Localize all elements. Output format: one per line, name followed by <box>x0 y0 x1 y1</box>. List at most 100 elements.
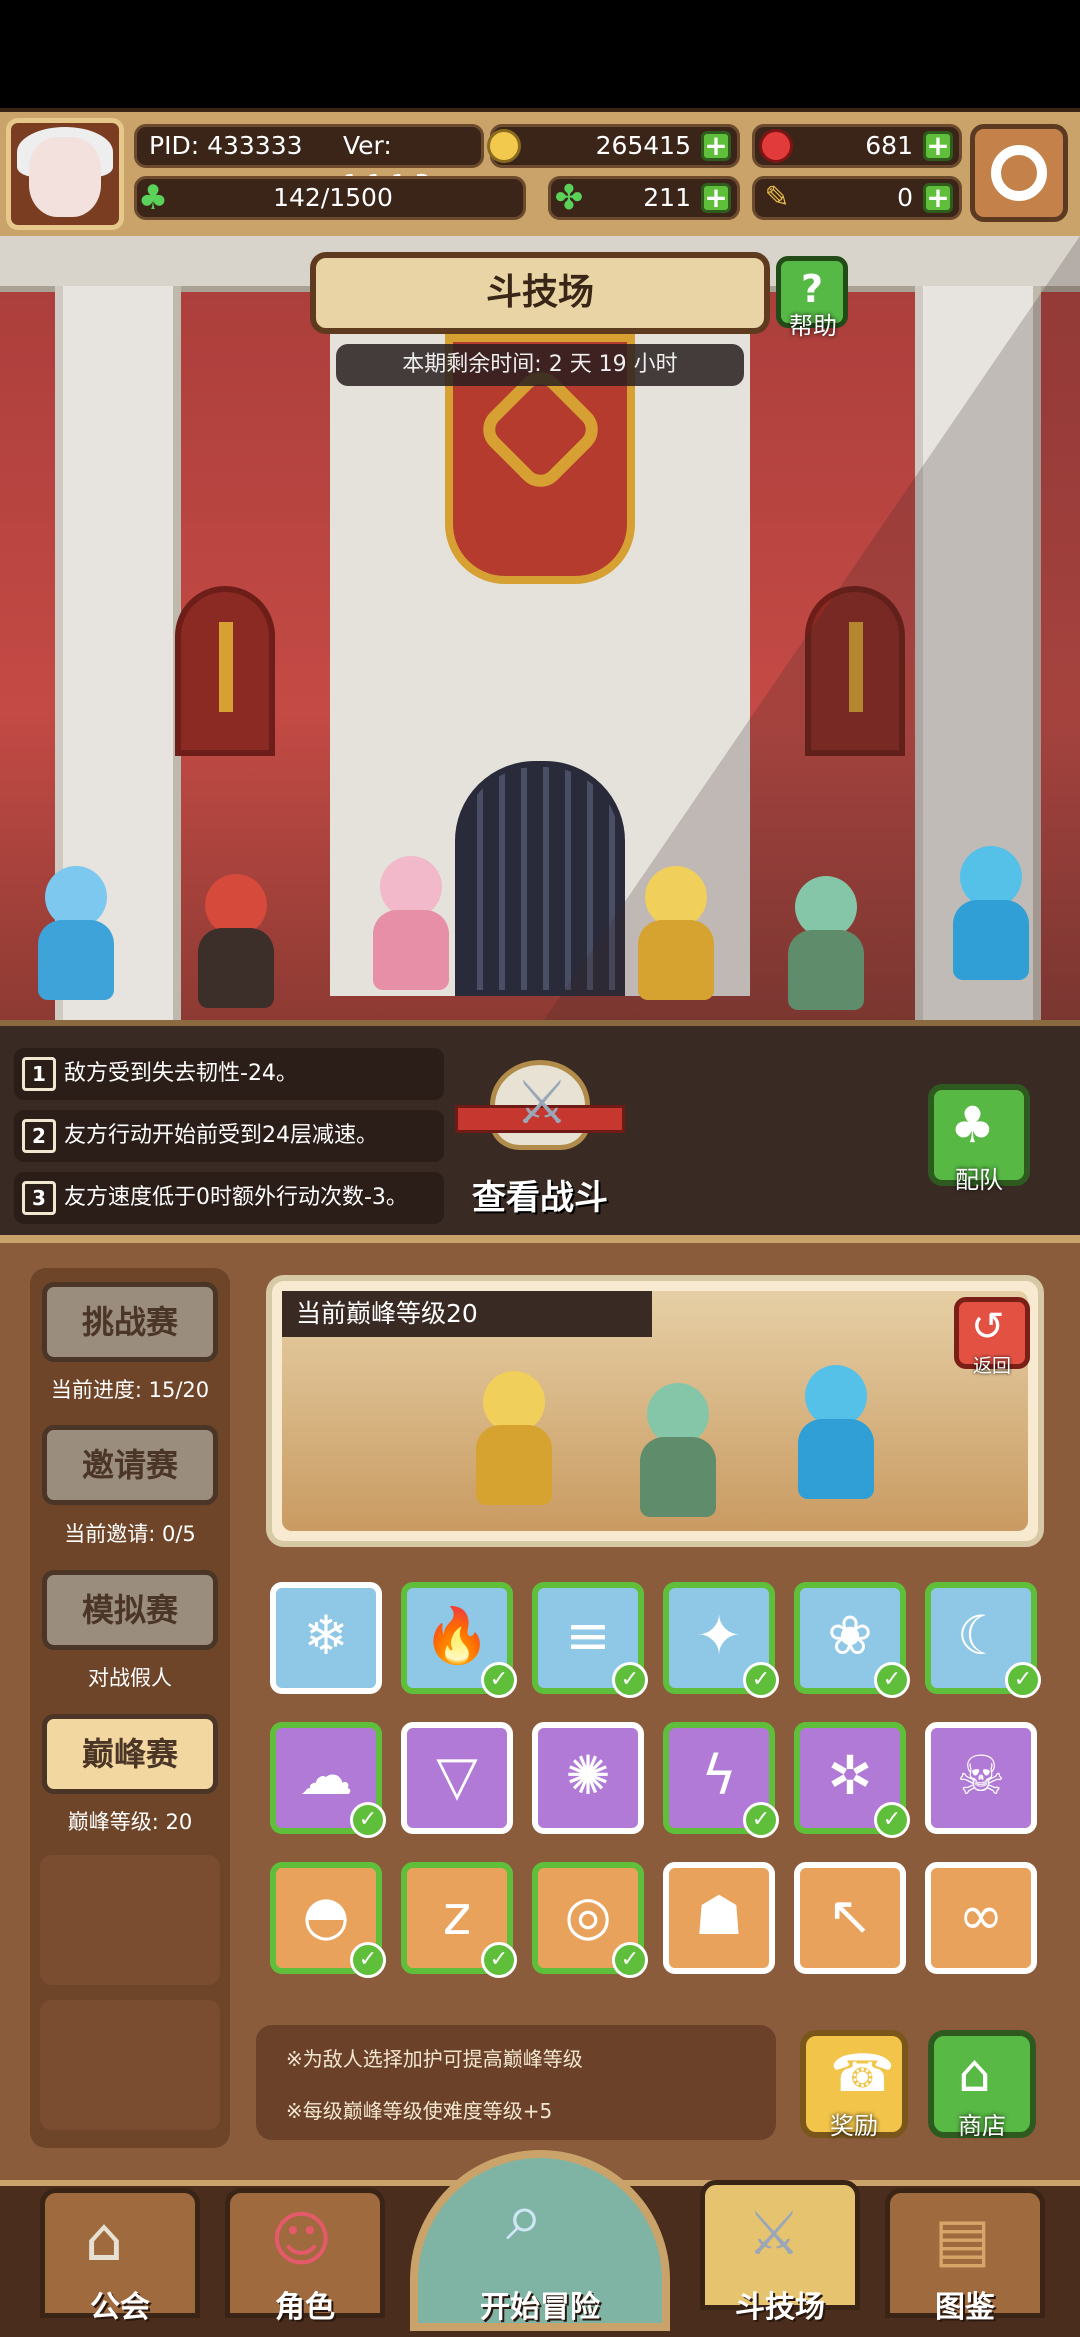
character-body <box>638 920 714 1000</box>
character-body <box>38 920 114 1000</box>
enemy-sea-priestess <box>780 1355 890 1505</box>
amulet-icon: ▽ <box>436 1744 478 1807</box>
blessing-slot[interactable]: ✲ ✓ <box>794 1722 910 1838</box>
blessing-slot[interactable]: ∞ <box>925 1862 1037 1974</box>
character-body <box>640 1437 716 1517</box>
simulation-desc: 对战假人 <box>88 1666 172 1690</box>
checkmark-icon: ✓ <box>612 1942 648 1978</box>
checkmark-icon: ✓ <box>612 1662 648 1698</box>
add-bone-button[interactable]: + <box>923 183 953 213</box>
nav-adventure-label: 开始冒险 <box>480 2290 600 2325</box>
blessing-slot[interactable]: ◎ ✓ <box>532 1862 648 1978</box>
checkmark-icon: ✓ <box>874 1802 910 1838</box>
add-gem-button[interactable]: + <box>923 131 953 161</box>
character-head <box>205 874 267 936</box>
magnifier-icon: ⌕ <box>506 2178 543 2255</box>
peak-mode-button[interactable]: 巅峰赛 <box>42 1714 218 1794</box>
pid-version-box: PID: 433333 Ver: 1.1.1.3 <box>134 124 484 198</box>
blessing-slot[interactable]: ▽ <box>401 1722 513 1834</box>
blessing-slot[interactable]: ❄ <box>270 1582 382 1694</box>
add-gold-button[interactable]: + <box>701 131 731 161</box>
infinity-icon: ∞ <box>958 1884 1004 1947</box>
team-setup-label: 配队 <box>955 1166 1003 1194</box>
enemy-golden-knight <box>458 1361 568 1511</box>
blessing-slot[interactable]: ≡ ✓ <box>532 1582 648 1698</box>
checkmark-icon: ✓ <box>874 1662 910 1698</box>
effect-number: 1 <box>22 1057 56 1091</box>
question-icon: ? <box>800 267 824 311</box>
nav-characters-label: 角色 <box>275 2290 335 2325</box>
peak-level: 巅峰等级: 20 <box>67 1810 193 1834</box>
gold-amount: 265415 <box>595 131 691 160</box>
add-clover-button[interactable]: + <box>701 183 731 213</box>
character-mouse-mage[interactable] <box>770 866 880 1016</box>
player-avatar[interactable] <box>6 118 124 230</box>
character-head <box>647 1383 709 1445</box>
blessing-slot[interactable]: ☁ ✓ <box>270 1722 386 1838</box>
sword-decoration <box>219 622 233 712</box>
character-head <box>45 866 107 928</box>
tips-box: ※为敌人选择加护可提高巅峰等级 ※每级巅峰等级使难度等级+5 <box>256 2025 776 2140</box>
peak-level-card: 当前巅峰等级20 ↺ 返回 <box>266 1275 1044 1547</box>
character-head <box>380 856 442 918</box>
arena-title: 斗技场 <box>310 252 770 334</box>
guild-house-icon: ⌂ <box>85 2205 124 2275</box>
challenge-mode-button[interactable]: 挑战赛 <box>42 1282 218 1362</box>
blessing-slot[interactable]: ϟ ✓ <box>663 1722 779 1838</box>
clover-amount: 211 <box>643 183 691 212</box>
effect-text: 友方行动开始前受到24层减速。 <box>64 1123 378 1148</box>
blessing-slot[interactable]: ☾ ✓ <box>925 1582 1041 1698</box>
character-head <box>795 876 857 938</box>
character-bear-girl[interactable] <box>355 846 465 996</box>
back-label: 返回 <box>972 1355 1011 1377</box>
watch-battle-button[interactable]: ⚔ <box>455 1050 625 1175</box>
character-sea-priestess[interactable] <box>935 836 1045 986</box>
challenge-progress: 当前进度: 15/20 <box>50 1378 210 1402</box>
nav-guild-label: 公会 <box>90 2290 150 2325</box>
gem-amount: 681 <box>865 131 913 160</box>
ghost-icon: ☗ <box>694 1884 744 1947</box>
gold-box: 265415 + <box>487 124 740 168</box>
simulation-mode-button[interactable]: 模拟赛 <box>42 1570 218 1650</box>
character-body <box>198 928 274 1008</box>
character-face-icon: ☺ <box>270 2205 333 2275</box>
help-label: 帮助 <box>789 312 837 340</box>
blessing-slot[interactable]: 🔥 ✓ <box>401 1582 517 1698</box>
checkmark-icon: ✓ <box>350 1942 386 1978</box>
gold-coin-icon <box>487 129 521 163</box>
gem-box: 681 + <box>752 124 962 168</box>
blessing-slot[interactable]: ◓ ✓ <box>270 1862 386 1978</box>
character-body <box>953 900 1029 980</box>
red-gem-icon <box>759 129 793 163</box>
book-icon: ▤ <box>934 2205 991 2275</box>
character-body <box>476 1425 552 1505</box>
character-golden-knight[interactable] <box>620 856 730 1006</box>
invitation-count: 当前邀请: 0/5 <box>64 1522 196 1546</box>
effect-row-2: 2 友方行动开始前受到24层减速。 <box>14 1110 444 1162</box>
blessing-slot[interactable]: ✦ ✓ <box>663 1582 779 1698</box>
bone-box: ✎ 0 + <box>752 176 962 220</box>
character-ice-queen[interactable] <box>20 856 130 1006</box>
effect-number: 2 <box>22 1119 56 1153</box>
sun-icon: ✺ <box>565 1744 611 1807</box>
settings-button[interactable] <box>970 124 1068 222</box>
blessing-slot[interactable]: ❀ ✓ <box>794 1582 910 1698</box>
invitation-mode-button[interactable]: 邀请赛 <box>42 1425 218 1505</box>
blessing-slot[interactable]: ↖ <box>794 1862 906 1974</box>
character-head <box>483 1371 545 1433</box>
blessing-slot[interactable]: ✺ <box>532 1722 644 1834</box>
character-red-knight[interactable] <box>180 864 290 1014</box>
gear-icon <box>991 145 1047 201</box>
blessing-slot[interactable]: z ✓ <box>401 1862 517 1978</box>
character-head <box>960 846 1022 908</box>
blessing-slot[interactable]: ☗ <box>663 1862 775 1974</box>
left-sword-niche <box>175 586 275 756</box>
return-icon: ↺ <box>971 1304 1005 1350</box>
blessing-slot[interactable]: ☠ <box>925 1722 1037 1834</box>
peak-title: 当前巅峰等级20 <box>282 1291 652 1337</box>
effect-text: 友方速度低于0时额外行动次数-3。 <box>64 1185 408 1210</box>
watch-battle-label[interactable]: 查看战斗 <box>440 1170 640 1219</box>
empty-mode-slot <box>40 2000 220 2130</box>
clover-box: ✤ 211 + <box>548 176 740 220</box>
clover-icon: ✤ <box>554 178 584 218</box>
